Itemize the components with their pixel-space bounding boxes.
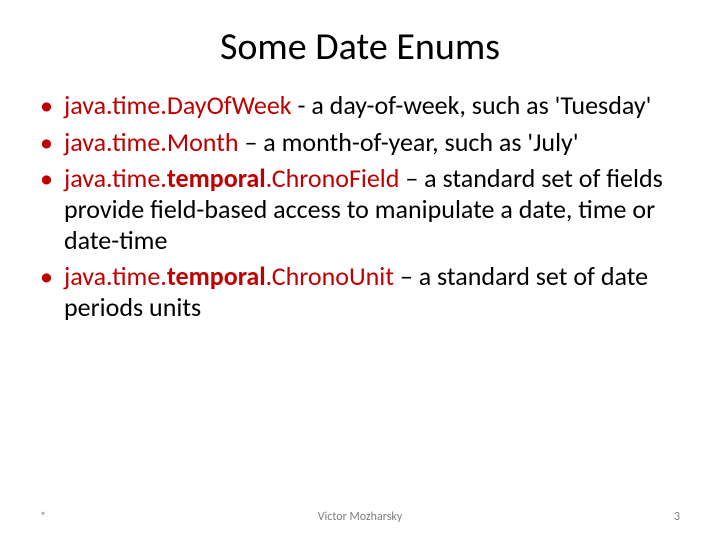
slide-title: Some Date Enums	[0, 0, 720, 90]
footer-page-number: 3	[674, 510, 680, 524]
footer-author: Victor Mozharsky	[318, 510, 403, 524]
bullet-list: java.time.DayOfWeek - a day-of-week, suc…	[0, 90, 720, 323]
footer-star: *	[40, 510, 46, 524]
enum-class: java.time.temporal.ChronoField	[64, 162, 399, 194]
list-item: java.time.temporal.ChronoUnit – a standa…	[64, 261, 676, 322]
enum-class: java.time.DayOfWeek	[64, 89, 292, 121]
enum-class: java.time.Month	[64, 126, 239, 158]
list-item: java.time.DayOfWeek - a day-of-week, suc…	[64, 90, 676, 121]
list-item: java.time.temporal.ChronoField – a stand…	[64, 163, 676, 255]
enum-desc: – a month-of-year, such as 'July'	[239, 126, 579, 158]
enum-desc: - a day-of-week, such as 'Tuesday'	[292, 89, 652, 121]
list-item: java.time.Month – a month-of-year, such …	[64, 127, 676, 158]
enum-class: java.time.temporal.ChronoUnit	[64, 260, 394, 292]
